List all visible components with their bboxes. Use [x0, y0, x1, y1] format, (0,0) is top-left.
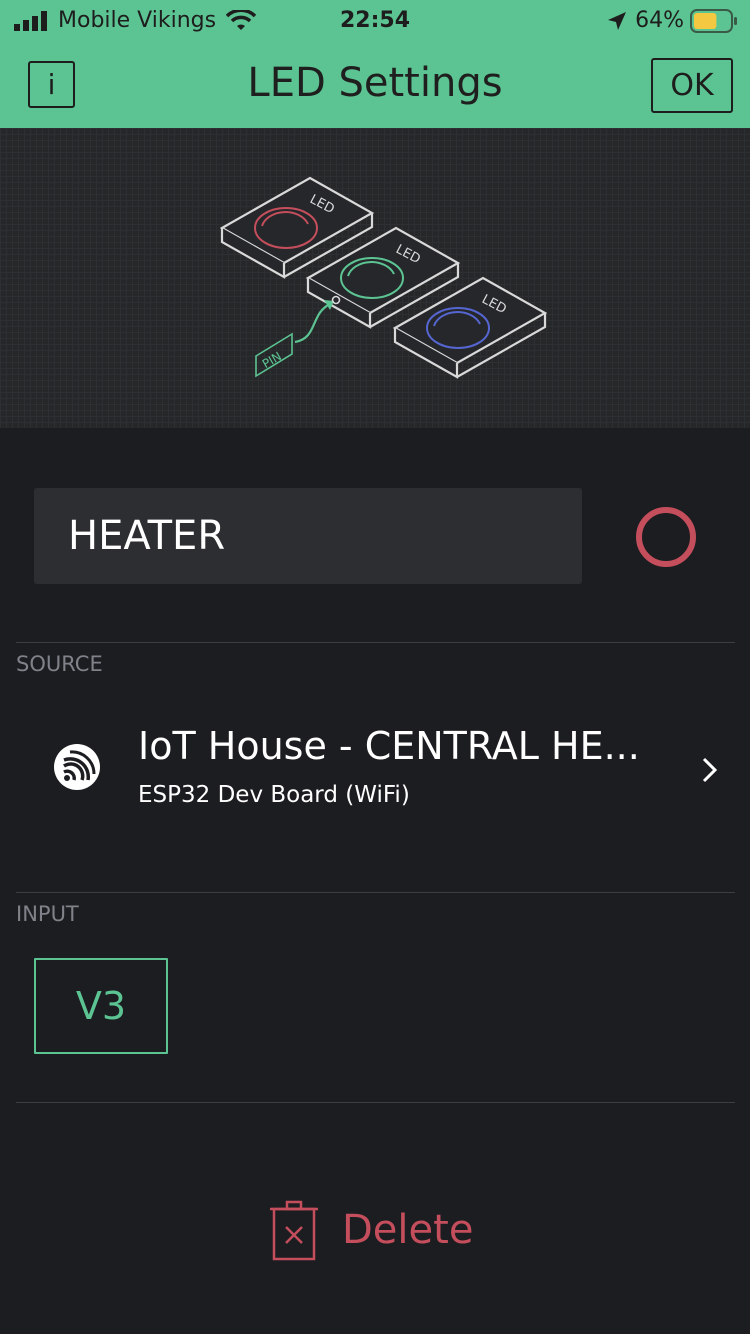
battery-percent: 64%: [635, 8, 684, 33]
divider: [16, 642, 735, 643]
delete-label: Delete: [342, 1207, 474, 1253]
ok-button[interactable]: OK: [651, 58, 733, 113]
led-modules-diagram: LED LED LED PIN: [219, 176, 548, 379]
pin-select-button[interactable]: V3: [34, 958, 168, 1054]
led-illustration: LED LED LED PIN: [0, 128, 750, 428]
espressif-icon: [54, 744, 100, 790]
location-arrow-icon: [608, 11, 627, 30]
divider: [16, 892, 735, 893]
source-device-row[interactable]: IoT House - CENTRAL HE... ESP32 Dev Boar…: [0, 700, 750, 840]
source-device-name: IoT House - CENTRAL HE...: [138, 724, 640, 768]
led-module-blue: LED: [392, 276, 548, 379]
chevron-right-icon: [702, 757, 718, 783]
battery-icon: [690, 8, 737, 33]
input-section-label: INPUT: [16, 902, 79, 926]
source-device-type: ESP32 Dev Board (WiFi): [138, 782, 410, 808]
source-section-label: SOURCE: [16, 652, 103, 676]
divider: [16, 1102, 735, 1103]
page-title: LED Settings: [247, 60, 503, 106]
delete-button[interactable]: Delete: [268, 1198, 488, 1262]
led-color-picker[interactable]: [636, 507, 696, 567]
top-bar: Mobile Vikings 22:54 64% i LED Settings …: [0, 0, 750, 128]
pin-connector: PIN: [255, 295, 341, 378]
status-bar: Mobile Vikings 22:54 64%: [0, 0, 750, 40]
widget-name-input[interactable]: HEATER: [34, 488, 582, 584]
app-header: i LED Settings OK: [0, 40, 750, 128]
trash-icon: [270, 1200, 318, 1261]
